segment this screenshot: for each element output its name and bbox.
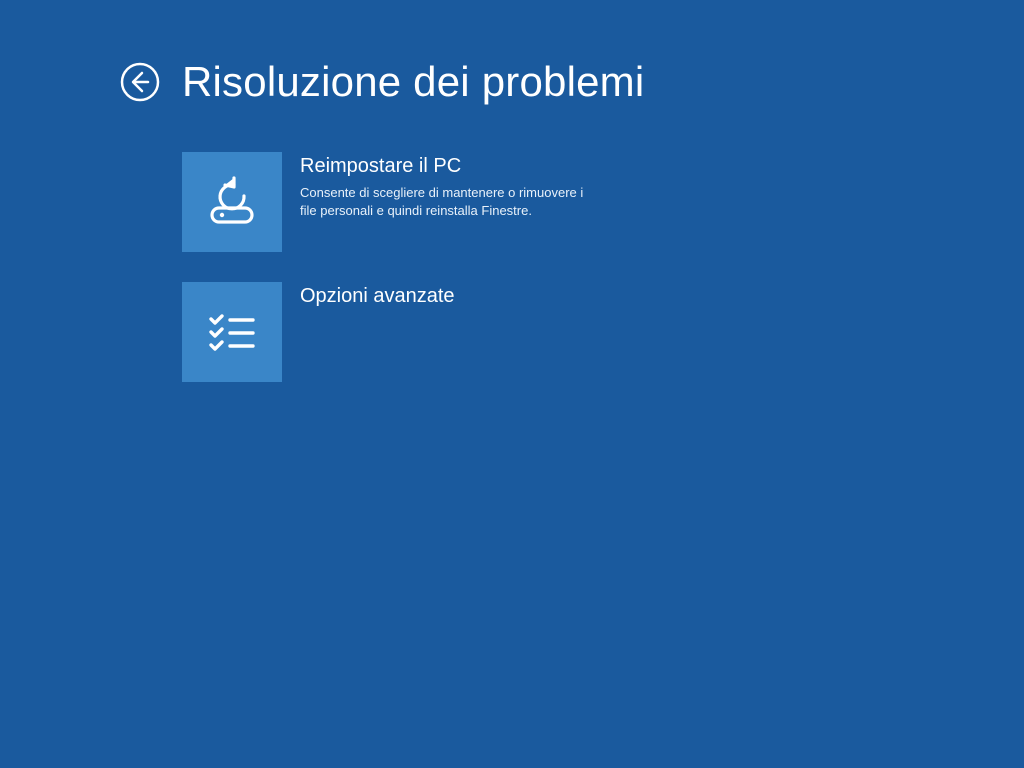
option-tile — [182, 152, 282, 252]
option-tile — [182, 282, 282, 382]
page-header: Risoluzione dei problemi — [0, 0, 1024, 106]
option-description: Consente di scegliere di mantenere o rim… — [300, 184, 592, 219]
option-advanced-options[interactable]: Opzioni avanzate — [182, 282, 702, 382]
page-title: Risoluzione dei problemi — [182, 58, 644, 106]
option-title: Opzioni avanzate — [300, 282, 455, 308]
back-arrow-icon — [120, 62, 160, 102]
options-list: Reimpostare il PC Consente di scegliere … — [0, 106, 1024, 382]
advanced-options-icon — [200, 300, 264, 364]
option-text: Reimpostare il PC Consente di scegliere … — [282, 152, 592, 219]
option-title: Reimpostare il PC — [300, 152, 592, 178]
option-text: Opzioni avanzate — [282, 282, 455, 314]
option-reset-pc[interactable]: Reimpostare il PC Consente di scegliere … — [182, 152, 702, 252]
back-button[interactable] — [120, 62, 160, 102]
reset-pc-icon — [200, 170, 264, 234]
